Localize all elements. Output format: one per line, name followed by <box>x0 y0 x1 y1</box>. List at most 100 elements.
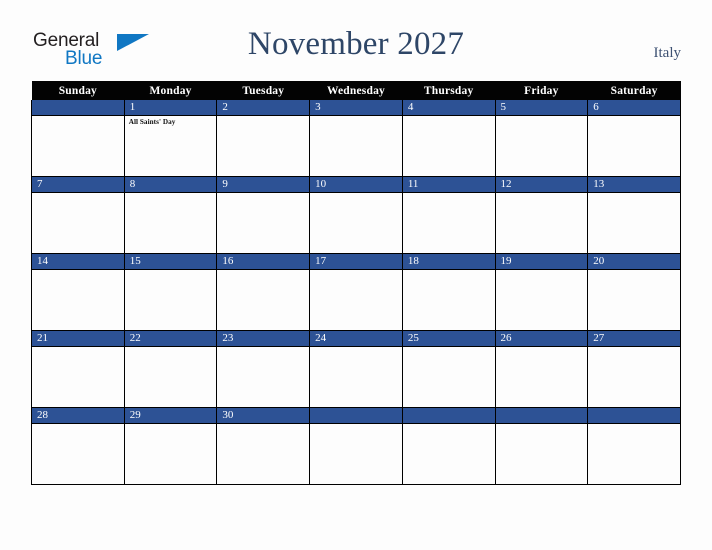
calendar-day-cell[interactable]: 4 <box>401 100 496 177</box>
day-content: All Saints' Day <box>125 116 217 176</box>
day-number: 24 <box>310 331 402 347</box>
day-number <box>32 100 124 116</box>
calendar-week-row: 21 22 23 24 25 26 27 <box>31 330 681 408</box>
day-number: 1 <box>124 100 217 116</box>
calendar-day-cell[interactable]: 13 <box>587 176 681 254</box>
day-number: 29 <box>124 408 217 424</box>
calendar-day-cell[interactable]: 1 All Saints' Day <box>123 100 218 177</box>
calendar-empty-cell <box>31 100 125 177</box>
calendar-empty-cell <box>401 407 496 485</box>
weekday-header-tuesday: Tuesday <box>216 81 310 100</box>
day-number: 4 <box>402 100 495 116</box>
day-content <box>588 270 680 330</box>
day-number: 5 <box>495 100 588 116</box>
day-number: 23 <box>217 331 310 347</box>
day-content <box>496 270 588 330</box>
day-content <box>588 116 680 176</box>
day-content <box>217 270 309 330</box>
calendar-day-cell[interactable]: 30 <box>216 407 311 485</box>
calendar-empty-cell <box>587 407 681 485</box>
page-title: November 2027 <box>247 26 465 62</box>
calendar-day-cell[interactable]: 7 <box>31 176 125 254</box>
weekday-header-thursday: Thursday <box>402 81 496 100</box>
calendar-day-cell[interactable]: 8 <box>123 176 218 254</box>
day-number: 21 <box>32 331 124 347</box>
day-content <box>310 347 402 407</box>
day-content <box>32 116 124 176</box>
day-number <box>402 408 495 424</box>
page-header: General Blue November 2027 Italy <box>0 0 712 80</box>
calendar-day-cell[interactable]: 23 <box>216 330 311 408</box>
day-content <box>125 193 217 253</box>
day-number <box>588 408 680 424</box>
calendar-week-row: 14 15 16 17 18 19 20 <box>31 253 681 331</box>
calendar-empty-cell <box>309 407 403 485</box>
calendar-header-row: Sunday Monday Tuesday Wednesday Thursday Frid… <box>31 81 681 100</box>
day-content <box>496 116 588 176</box>
day-number: 16 <box>217 254 310 270</box>
calendar-day-cell[interactable]: 22 <box>123 330 218 408</box>
day-content <box>32 193 124 253</box>
day-number: 26 <box>495 331 588 347</box>
calendar-day-cell[interactable]: 19 <box>494 253 589 331</box>
calendar-day-cell[interactable]: 15 <box>123 253 218 331</box>
day-number: 20 <box>588 254 680 270</box>
calendar-day-cell[interactable]: 27 <box>587 330 681 408</box>
day-number: 7 <box>32 177 124 193</box>
day-content <box>125 347 217 407</box>
calendar-day-cell[interactable]: 16 <box>216 253 311 331</box>
calendar-day-cell[interactable]: 3 <box>309 100 403 177</box>
day-number: 9 <box>217 177 310 193</box>
day-number: 2 <box>217 100 310 116</box>
day-number: 6 <box>588 100 680 116</box>
calendar-empty-cell <box>494 407 589 485</box>
day-content <box>32 270 124 330</box>
day-number: 17 <box>310 254 402 270</box>
day-content <box>496 193 588 253</box>
day-content <box>32 424 124 484</box>
calendar-day-cell[interactable]: 12 <box>494 176 589 254</box>
day-content <box>32 347 124 407</box>
calendar-day-cell[interactable]: 18 <box>401 253 496 331</box>
calendar-day-cell[interactable]: 17 <box>309 253 403 331</box>
weekday-header-sunday: Sunday <box>31 81 125 100</box>
day-content <box>403 116 495 176</box>
day-content <box>310 193 402 253</box>
calendar-day-cell[interactable]: 2 <box>216 100 311 177</box>
calendar-day-cell[interactable]: 24 <box>309 330 403 408</box>
day-number: 13 <box>588 177 680 193</box>
calendar-day-cell[interactable]: 20 <box>587 253 681 331</box>
weekday-header-monday: Monday <box>124 81 217 100</box>
calendar-day-cell[interactable]: 29 <box>123 407 218 485</box>
holiday-event: All Saints' Day <box>128 118 176 126</box>
day-content <box>496 347 588 407</box>
calendar-day-cell[interactable]: 11 <box>401 176 496 254</box>
country-label: Italy <box>653 45 682 61</box>
day-content <box>588 424 680 484</box>
day-content <box>496 424 588 484</box>
calendar-day-cell[interactable]: 25 <box>401 330 496 408</box>
calendar-day-cell[interactable]: 28 <box>31 407 125 485</box>
day-content <box>217 347 309 407</box>
day-number <box>310 408 402 424</box>
day-content <box>310 424 402 484</box>
day-number: 22 <box>124 331 217 347</box>
day-number: 19 <box>495 254 588 270</box>
day-content <box>310 116 402 176</box>
calendar-day-cell[interactable]: 14 <box>31 253 125 331</box>
day-content <box>125 270 217 330</box>
calendar-day-cell[interactable]: 21 <box>31 330 125 408</box>
calendar-day-cell[interactable]: 26 <box>494 330 589 408</box>
weekday-header-wednesday: Wednesday <box>309 81 403 100</box>
calendar-day-cell[interactable]: 10 <box>309 176 403 254</box>
day-number: 12 <box>495 177 588 193</box>
calendar-day-cell[interactable]: 5 <box>494 100 589 177</box>
calendar-week-row: 1 All Saints' Day 2 3 4 5 6 <box>31 100 681 177</box>
day-content <box>217 424 309 484</box>
day-number: 18 <box>402 254 495 270</box>
calendar-day-cell[interactable]: 9 <box>216 176 311 254</box>
day-content <box>403 424 495 484</box>
day-content <box>310 270 402 330</box>
day-number: 28 <box>32 408 124 424</box>
calendar-day-cell[interactable]: 6 <box>587 100 681 177</box>
